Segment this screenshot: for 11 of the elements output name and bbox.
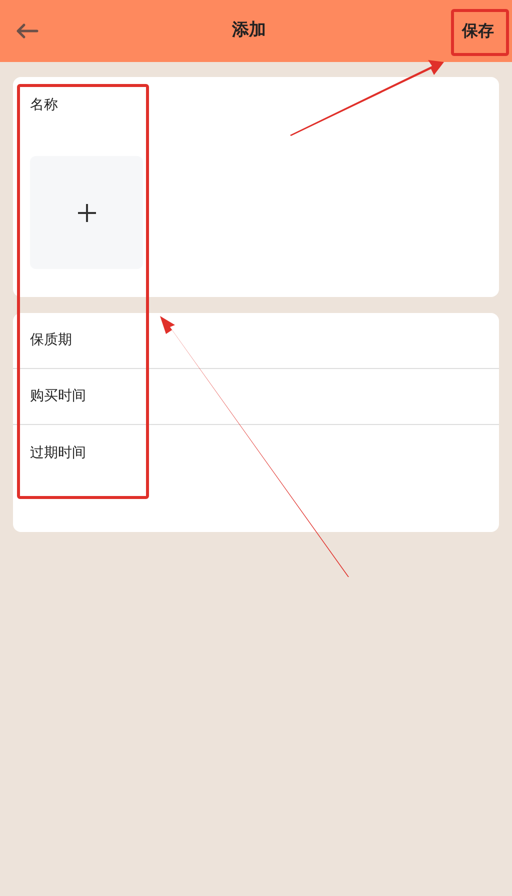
page-title: 添加 [232, 19, 266, 42]
back-arrow-icon [15, 23, 39, 39]
field-label: 名称 [30, 96, 59, 115]
field-label: 保质期 [30, 331, 72, 350]
form-row[interactable]: 购买时间 [13, 369, 499, 425]
plus-icon [76, 202, 96, 222]
save-button[interactable]: 保存 [456, 15, 500, 47]
field-label: 过期时间 [30, 444, 86, 462]
field-label: 购买时间 [30, 387, 86, 406]
highlight-frame [451, 9, 509, 56]
form-row[interactable]: 过期时间 [13, 425, 499, 481]
